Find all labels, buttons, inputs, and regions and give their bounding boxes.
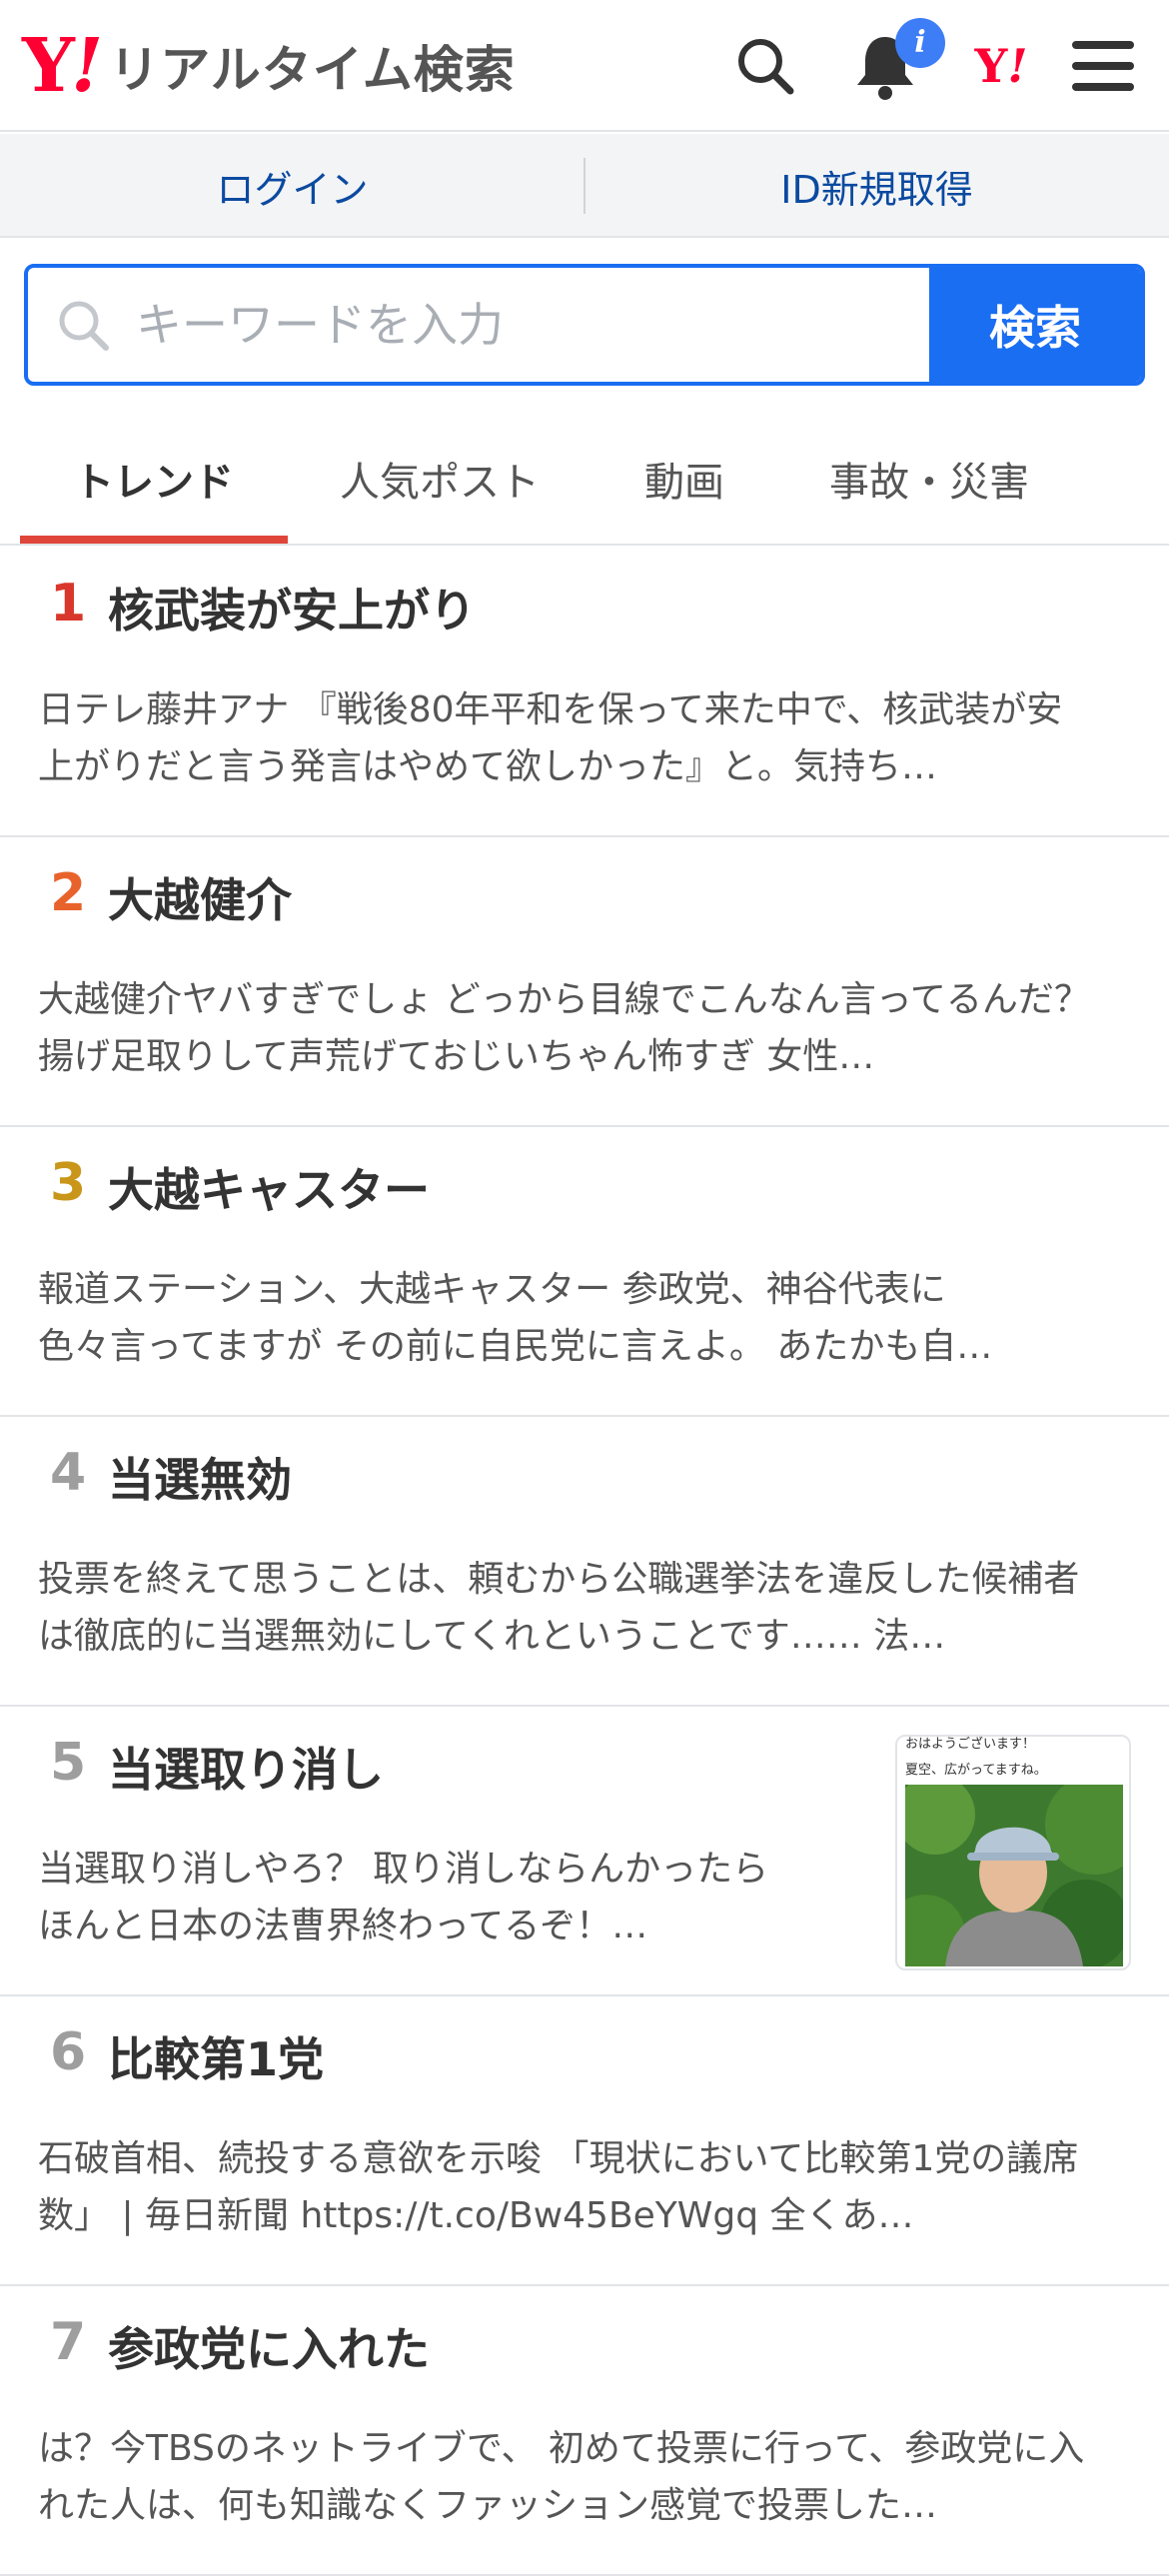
yahoo-japan-icon[interactable]: Y!: [963, 28, 1039, 104]
trend-item[interactable]: 1 核武装が安上がり 日テレ藤井アナ 『戦後80年平和を保って来た中で、核武装が…: [0, 548, 1169, 837]
notification-badge: i: [895, 18, 945, 68]
trend-item[interactable]: 2 大越健介 大越健介ヤバすぎでしょ どっから目線でこんなん言ってるんだ？ 揚げ…: [0, 837, 1169, 1127]
trend-rank: 3: [50, 1153, 87, 1213]
category-tabs: トレンド 人気ポスト 動画 事故・災害: [0, 412, 1169, 546]
trend-rank: 5: [50, 1733, 87, 1793]
yahoo-logo-mark: Y: [22, 23, 75, 109]
tab-trend[interactable]: トレンド: [20, 412, 288, 546]
trend-item[interactable]: 4 当選無効 投票を終えて思うことは、頼むから公職選挙法を違反した候補者は徹底的…: [0, 1417, 1169, 1707]
trend-item[interactable]: 7 参政党に入れた は？今TBSのネットライブで、 初めて投票に行って、参政党に…: [0, 2286, 1169, 2576]
service-name: リアルタイム検索: [109, 41, 516, 99]
trend-description: 当選取り消しやろ？ 取り消しならんかったら ほんと日本の法曹界終わってるぞ！…: [38, 1849, 769, 1946]
person-photo: [905, 1785, 1123, 1966]
thumbnail-caption: おはようございます！: [905, 1737, 1036, 1752]
trend-item[interactable]: 6 比較第1党 石破首相、続投する意欲を示唆 「現状において比較第1党の議席数」…: [0, 1996, 1169, 2286]
app-header: Y ! リアルタイム検索 i Y!: [0, 0, 1169, 132]
trend-list: 1 核武装が安上がり 日テレ藤井アナ 『戦後80年平和を保って来た中で、核武装が…: [0, 548, 1169, 2576]
trend-item[interactable]: 3 大越キャスター 報道ステーション、大越キャスター 参政党、神谷代表に 色々言…: [0, 1127, 1169, 1417]
register-link[interactable]: ID新規取得: [584, 134, 1169, 238]
trend-description: は？今TBSのネットライブで、 初めて投票に行って、参政党に入れた人は、何も知識…: [38, 2428, 1085, 2526]
yj-bang: !: [1007, 39, 1028, 93]
trend-description: 報道ステーション、大越キャスター 参政党、神谷代表に 色々言ってますが その前に…: [38, 1269, 993, 1367]
active-tab-indicator: [20, 536, 288, 544]
trend-title: 大越健介: [108, 873, 292, 927]
search-form: 検索: [24, 264, 1145, 386]
trend-description: 石破首相、続投する意欲を示唆 「現状において比較第1党の議席数」 | 毎日新聞 …: [38, 2138, 1079, 2236]
hamburger-menu-icon[interactable]: [1065, 28, 1141, 104]
search-icon[interactable]: [727, 28, 803, 104]
trend-title: 核武装が安上がり: [108, 584, 476, 638]
trend-title: 当選無効: [108, 1453, 292, 1507]
trend-rank: 6: [50, 2022, 87, 2082]
yj-mark: Y: [974, 39, 1008, 93]
tab-videos[interactable]: 動画: [599, 412, 769, 546]
yahoo-realtime-logo[interactable]: Y ! リアルタイム検索: [22, 28, 516, 104]
trend-rank: 4: [50, 1443, 87, 1503]
trend-rank: 1: [50, 574, 87, 634]
tab-accidents-disasters[interactable]: 事故・災害: [799, 412, 1059, 546]
trend-item[interactable]: 5 当選取り消し 当選取り消しやろ？ 取り消しならんかったら ほんと日本の法曹界…: [0, 1707, 1169, 1996]
trend-title: 比較第1党: [108, 2032, 325, 2086]
trend-description: 投票を終えて思うことは、頼むから公職選挙法を違反した候補者は徹底的に当選無効にし…: [38, 1559, 1080, 1657]
search-field-icon: [54, 296, 114, 356]
thumbnail-caption: 夏空、広がってますね。: [905, 1763, 1047, 1778]
trend-description: 日テレ藤井アナ 『戦後80年平和を保って来た中で、核武装が安上がりだと言う発言は…: [38, 689, 1063, 787]
trend-description: 大越健介ヤバすぎでしょ どっから目線でこんなん言ってるんだ？ 揚げ足取りして声荒…: [38, 979, 1090, 1077]
tab-popular-posts[interactable]: 人気ポスト: [320, 412, 560, 546]
trend-rank: 2: [50, 863, 87, 923]
login-link[interactable]: ログイン: [0, 134, 584, 238]
trend-thumbnail[interactable]: おはようございます！ 夏空、広がってますね。: [895, 1735, 1131, 1970]
trend-title: 当選取り消し: [108, 1743, 384, 1797]
auth-bar: ログイン ID新規取得: [0, 134, 1169, 238]
trend-rank: 7: [50, 2312, 87, 2372]
search-input[interactable]: [136, 268, 955, 382]
trend-title: 参政党に入れた: [108, 2322, 430, 2376]
trend-title: 大越キャスター: [108, 1163, 430, 1217]
yahoo-logo-bang: !: [70, 23, 104, 109]
search-button[interactable]: 検索: [929, 268, 1141, 382]
